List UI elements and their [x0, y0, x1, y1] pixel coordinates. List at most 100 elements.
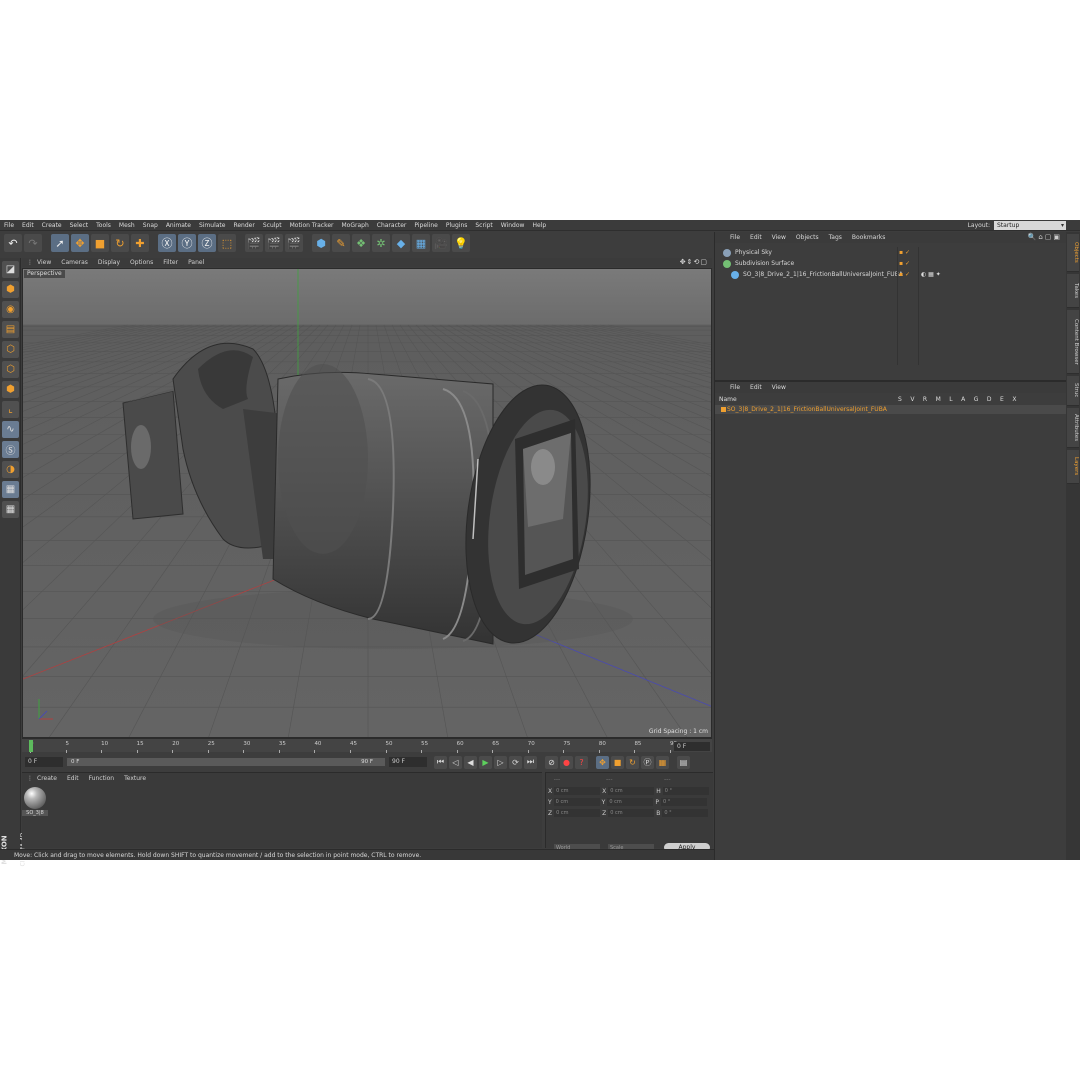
magnet-icon[interactable]: ◑ — [2, 461, 19, 478]
object-menu-objects[interactable]: Objects — [791, 234, 824, 241]
side-tab-layers[interactable]: Layers — [1067, 450, 1079, 484]
object-row[interactable]: SO_3|8_Drive_2_1|16_FrictionBallUniversa… — [715, 269, 1067, 280]
rotate-tool-icon[interactable]: ↻ — [111, 234, 129, 252]
coordinate-field[interactable]: 0 cm — [608, 809, 655, 817]
menu-edit[interactable]: Edit — [18, 222, 38, 229]
autokey-icon[interactable]: ● — [560, 755, 573, 769]
layer-menu-edit[interactable]: Edit — [745, 384, 767, 391]
object-name[interactable]: Physical Sky — [735, 249, 772, 256]
coordinate-system-icon[interactable]: ⬚ — [218, 234, 236, 252]
menu-help[interactable]: Help — [528, 222, 550, 229]
coordinate-field[interactable]: 0 ° — [662, 787, 709, 795]
menu-window[interactable]: Window — [497, 222, 529, 229]
snap-icon[interactable]: Ⓢ — [2, 441, 19, 458]
next-frame-icon[interactable]: ▷ — [494, 755, 507, 769]
key-rotation-icon[interactable]: ↻ — [626, 755, 639, 769]
menu-simulate[interactable]: Simulate — [195, 222, 230, 229]
menu-create[interactable]: Create — [38, 222, 66, 229]
prev-key-icon[interactable]: ◁ — [449, 755, 462, 769]
viewport-menu-display[interactable]: Display — [93, 259, 125, 266]
z-axis-lock-icon[interactable]: Ⓩ — [198, 234, 216, 252]
menu-snap[interactable]: Snap — [139, 222, 162, 229]
layout-dropdown[interactable]: Startup — [994, 221, 1066, 230]
x-axis-lock-icon[interactable]: Ⓧ — [158, 234, 176, 252]
layout-selector[interactable]: Layout: Startup — [968, 221, 1066, 230]
object-name[interactable]: SO_3|8_Drive_2_1|16_FrictionBallUniversa… — [743, 271, 903, 278]
layer-row[interactable]: SO_3|8_Drive_2_1|16_FrictionBallUniversa… — [715, 405, 1067, 414]
play-icon[interactable]: ▶ — [479, 755, 492, 769]
coordinate-field[interactable]: 0 cm — [608, 787, 655, 795]
universal-joint-model[interactable] — [122, 342, 633, 651]
layer-color-swatch[interactable] — [721, 407, 726, 412]
menu-render[interactable]: Render — [229, 222, 258, 229]
undo-icon[interactable]: ↶ — [4, 234, 22, 252]
recent-tool-icon[interactable]: ✚ — [131, 234, 149, 252]
camera-icon[interactable]: 🎥 — [432, 234, 450, 252]
coordinate-field[interactable]: 0 cm — [607, 798, 654, 806]
object-menu-tags[interactable]: Tags — [824, 234, 847, 241]
menu-script[interactable]: Script — [471, 222, 496, 229]
object-manager-search-icons[interactable]: 🔍⌂▢▣ — [1028, 233, 1062, 241]
menu-pipeline[interactable]: Pipeline — [410, 222, 441, 229]
viewport-menu-panel[interactable]: Panel — [183, 259, 209, 266]
edit-render-settings-icon[interactable]: 🎬 — [285, 234, 303, 252]
goto-end-icon[interactable]: ⏭ — [524, 755, 537, 769]
material-menu-texture[interactable]: Texture — [119, 775, 151, 782]
points-mode-icon[interactable]: ⬡ — [2, 341, 19, 358]
current-frame-field[interactable]: 0 F — [674, 742, 710, 751]
viewport-menu-options[interactable]: Options — [125, 259, 158, 266]
object-row[interactable]: Physical Sky ▪ ✓ — [715, 247, 1067, 258]
menu-file[interactable]: File — [0, 222, 18, 229]
texture-mode-icon[interactable]: ◉ — [2, 301, 19, 318]
3d-viewport[interactable]: Perspective Grid Spacing : 1 cm — [22, 268, 712, 738]
subdivision-surface-icon[interactable]: ❖ — [352, 234, 370, 252]
object-name[interactable]: Subdivision Surface — [735, 260, 794, 267]
menu-sculpt[interactable]: Sculpt — [259, 222, 286, 229]
object-menu-file[interactable]: File — [725, 234, 745, 241]
object-row[interactable]: Subdivision Surface ▪ ✓ — [715, 258, 1067, 269]
make-editable-icon[interactable]: ◪ — [2, 261, 19, 278]
layer-menu-view[interactable]: View — [767, 384, 791, 391]
material-menu-create[interactable]: Create — [32, 775, 62, 782]
key-scale-icon[interactable]: ■ — [611, 755, 624, 769]
side-tab-attributes[interactable]: Attributes — [1067, 408, 1079, 448]
key-pla-icon[interactable]: ▦ — [656, 755, 669, 769]
key-parameter-icon[interactable]: Ⓟ — [641, 755, 654, 769]
coordinate-field[interactable]: 0 cm — [553, 798, 600, 806]
floor-scene-icon[interactable]: ▦ — [412, 234, 430, 252]
coordinate-field[interactable]: 0 cm — [554, 809, 601, 817]
timeline-window-icon[interactable]: ▤ — [677, 755, 690, 769]
scale-tool-icon[interactable]: ■ — [91, 234, 109, 252]
viewport-menu-cameras[interactable]: Cameras — [56, 259, 93, 266]
next-key-icon[interactable]: ⟳ — [509, 755, 522, 769]
timeline-ruler[interactable]: 051015202530354045505560657075808590 0 F — [22, 738, 712, 753]
object-menu-edit[interactable]: Edit — [745, 234, 767, 241]
layer-row-name[interactable]: SO_3|8_Drive_2_1|16_FrictionBallUniversa… — [727, 406, 887, 413]
live-select-icon[interactable]: ➚ — [51, 234, 69, 252]
object-tags[interactable]: ◐ ▦ ✦ — [921, 271, 941, 278]
side-tab-content-browser[interactable]: Content Browser — [1067, 310, 1079, 374]
start-frame-field[interactable]: 0 F — [25, 757, 63, 767]
workplane-lock-icon[interactable]: ▦ — [2, 481, 19, 498]
render-view-icon[interactable]: 🎬 — [245, 234, 263, 252]
layer-menu-file[interactable]: File — [725, 384, 745, 391]
viewport-menu-filter[interactable]: Filter — [158, 259, 183, 266]
cube-object-icon[interactable]: ⬢ — [312, 234, 330, 252]
redo-icon[interactable]: ↷ — [24, 234, 42, 252]
deformer-icon[interactable]: ◆ — [392, 234, 410, 252]
side-tab-struc[interactable]: Struc — [1067, 376, 1079, 406]
y-axis-lock-icon[interactable]: Ⓨ — [178, 234, 196, 252]
menu-motion-tracker[interactable]: Motion Tracker — [286, 222, 338, 229]
menu-select[interactable]: Select — [66, 222, 93, 229]
menu-plugins[interactable]: Plugins — [442, 222, 472, 229]
side-tab-objects[interactable]: Objects — [1067, 234, 1079, 272]
keyframe-selection-icon[interactable]: ? — [575, 755, 588, 769]
prev-frame-icon[interactable]: ◀ — [464, 755, 477, 769]
menu-tools[interactable]: Tools — [92, 222, 115, 229]
coordinate-field[interactable]: 0 ° — [660, 798, 707, 806]
side-tab-takes[interactable]: Takes — [1067, 274, 1079, 308]
object-menu-view[interactable]: View — [767, 234, 791, 241]
edges-mode-icon[interactable]: ⬡ — [2, 361, 19, 378]
tweak-mode-icon[interactable]: ∿ — [2, 421, 19, 438]
camera-label[interactable]: Perspective — [24, 270, 65, 278]
